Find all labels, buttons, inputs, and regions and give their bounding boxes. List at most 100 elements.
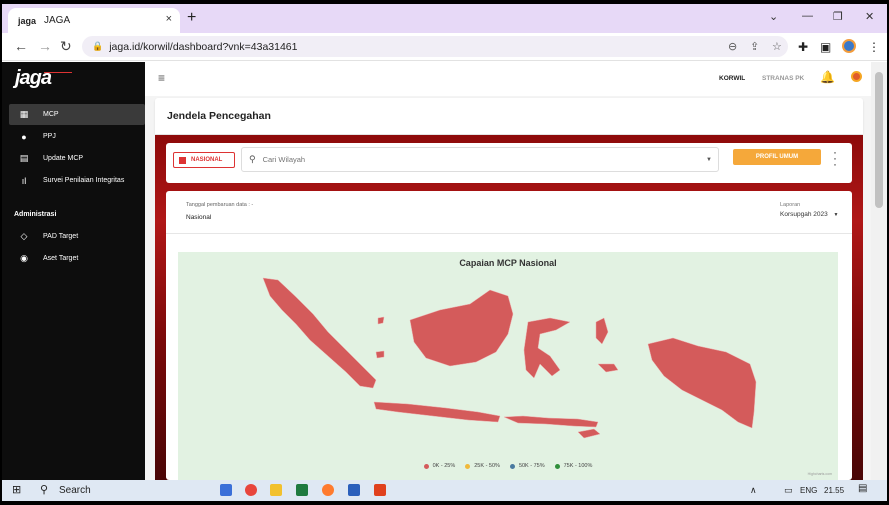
app: jaga ▦ MCP ● PPJ ▤ Update MCP ıl Survei …	[2, 62, 887, 480]
tray-language[interactable]: ENG	[800, 486, 817, 495]
legend-label: 25K - 50%	[474, 463, 500, 469]
file-explorer-icon[interactable]	[270, 484, 282, 496]
hamburger-menu-icon[interactable]: ≡	[158, 71, 165, 85]
laporan-select[interactable]: Korsupgah 2023 ▼	[780, 211, 838, 218]
tab-title: JAGA	[44, 15, 71, 26]
dashboard-icon: ▦	[19, 109, 29, 119]
firefox-icon[interactable]	[322, 484, 334, 496]
profil-umum-button[interactable]: PROFIL UMUM	[733, 149, 821, 165]
nasional-button[interactable]: NASIONAL	[173, 152, 235, 168]
scrollbar-thumb[interactable]	[875, 72, 883, 208]
target-icon: ◇	[20, 231, 28, 241]
map-legend: 0K - 25% 25K - 50% 50K - 75% 75K - 100%	[178, 463, 838, 469]
browser-menu-icon[interactable]: ⋮	[868, 40, 880, 54]
url-bar[interactable]: 🔒 jaga.id/korwil/dashboard?vnk=43a31461 …	[82, 36, 788, 57]
taskbar-search-icon[interactable]: ⚲	[40, 483, 48, 496]
legend-item[interactable]: 0K - 25%	[423, 463, 456, 469]
battery-icon[interactable]: ▭	[784, 485, 793, 496]
new-tab-button[interactable]: +	[187, 9, 196, 27]
side-panel-icon[interactable]: ▣	[820, 40, 831, 54]
region-sumatra	[262, 277, 377, 389]
page-title: Jendela Pencegahan	[167, 110, 271, 122]
browser-window: jaga JAGA × + ⌄ — ❐ ✕ ← → ↻ 🔒 jaga.id/ko…	[2, 4, 887, 501]
dropdown-caret-icon: ▼	[833, 212, 839, 218]
extensions-icon[interactable]: ✚	[798, 40, 808, 54]
map-chart[interactable]: Capaian MCP Nasional 0K - 25% 25K - 50% …	[178, 252, 838, 480]
legend-dot	[465, 463, 471, 469]
nav-stranas-pk[interactable]: STRANAS PK	[762, 75, 804, 82]
restore-icon[interactable]: ❐	[833, 10, 843, 23]
sidebar-item-mcp[interactable]: ▦ MCP	[9, 104, 145, 125]
app-icon[interactable]	[374, 484, 386, 496]
windows-start-icon[interactable]: ⊞	[12, 483, 21, 496]
legend-item[interactable]: 50K - 75%	[509, 463, 545, 469]
region-sulawesi	[523, 317, 571, 379]
legend-item[interactable]: 75K - 100%	[554, 463, 593, 469]
minimize-icon[interactable]: —	[802, 10, 813, 22]
tray-clock[interactable]: 21.55	[824, 486, 844, 495]
dropdown-caret-icon[interactable]: ▼	[706, 157, 712, 163]
nav-korwil[interactable]: KORWIL	[719, 75, 745, 82]
region-timor	[577, 428, 601, 439]
sidebar-item-ppj[interactable]: ● PPJ	[9, 126, 145, 147]
avatar[interactable]	[851, 71, 862, 82]
more-options-icon[interactable]: · · ·	[833, 146, 837, 170]
region-java	[373, 401, 501, 423]
main-content: Jendela Pencegahan NASIONAL ⚲ ▼ PROFIL U…	[155, 98, 863, 480]
region-search[interactable]: ⚲ ▼	[241, 147, 719, 172]
title-card: Jendela Pencegahan	[155, 98, 863, 134]
back-arrow-icon[interactable]: ←	[14, 38, 28, 54]
profile-avatar[interactable]	[842, 39, 856, 53]
legend-label: 0K - 25%	[432, 463, 456, 469]
sidebar-item-label: Aset Target	[43, 255, 79, 262]
sidebar-item-label: Update MCP	[43, 155, 84, 162]
chrome-icon[interactable]	[245, 484, 257, 496]
bell-icon[interactable]: 🔔	[820, 70, 835, 84]
indonesia-map[interactable]	[178, 252, 838, 480]
search-input[interactable]	[262, 155, 683, 164]
legend-dot	[554, 463, 560, 469]
sidebar-item-aset-target[interactable]: ◉ Aset Target	[9, 248, 145, 269]
legend-item[interactable]: 25K - 50%	[465, 463, 500, 469]
map-card: Tanggal pembaruan data : - Nasional Lapo…	[166, 191, 852, 480]
lightbulb-icon: ●	[21, 131, 27, 142]
reload-icon[interactable]: ↻	[60, 38, 72, 55]
task-view-icon[interactable]	[220, 484, 232, 496]
window-close-icon[interactable]: ✕	[865, 10, 874, 23]
region-nusa-tenggara	[503, 415, 599, 428]
sidebar-item-pad-target[interactable]: ◇ PAD Target	[9, 226, 145, 247]
tab-close-icon[interactable]: ×	[166, 13, 172, 25]
star-icon[interactable]: ☆	[772, 40, 782, 53]
top-bar: ≡ KORWIL STRANAS PK 🔔	[145, 62, 871, 96]
sidebar-item-survei[interactable]: ıl Survei Penilaian Integritas	[9, 170, 145, 191]
nasional-label: NASIONAL	[191, 157, 223, 163]
word-icon[interactable]	[348, 484, 360, 496]
url-text: jaga.id/korwil/dashboard?vnk=43a31461	[109, 40, 298, 53]
legend-label: 75K - 100%	[563, 463, 593, 469]
crosshair-icon: ◉	[20, 253, 28, 263]
region-maluku-south	[597, 363, 619, 373]
notifications-icon[interactable]: ▤	[858, 483, 867, 494]
region-bangka	[375, 350, 385, 359]
chevron-down-icon[interactable]: ⌄	[769, 10, 778, 23]
sidebar-section-title: Administrasi	[14, 211, 57, 218]
taskbar-search[interactable]: Search	[59, 485, 91, 496]
excel-icon[interactable]	[296, 484, 308, 496]
page-scrollbar[interactable]	[871, 62, 887, 480]
forward-arrow-icon[interactable]: →	[38, 38, 52, 54]
chart-credit[interactable]: Highcharts.com	[808, 472, 832, 476]
sidebar-item-label: MCP	[43, 111, 59, 118]
share-icon[interactable]: ⇪	[750, 40, 759, 53]
legend-label: 50K - 75%	[518, 463, 545, 469]
lock-icon: 🔒	[92, 41, 104, 51]
region-maluku	[595, 317, 609, 345]
browser-tab[interactable]: jaga JAGA ×	[8, 8, 180, 33]
laporan-label: Laporan	[780, 202, 801, 208]
tray-chevron-icon[interactable]: ∧	[750, 485, 757, 496]
region-papua	[647, 337, 757, 429]
tab-favicon: jaga	[18, 15, 37, 26]
zoom-icon[interactable]: ⊖	[728, 40, 737, 53]
document-icon: ▤	[19, 153, 29, 163]
divider	[166, 233, 852, 234]
sidebar-item-update-mcp[interactable]: ▤ Update MCP	[9, 148, 145, 169]
